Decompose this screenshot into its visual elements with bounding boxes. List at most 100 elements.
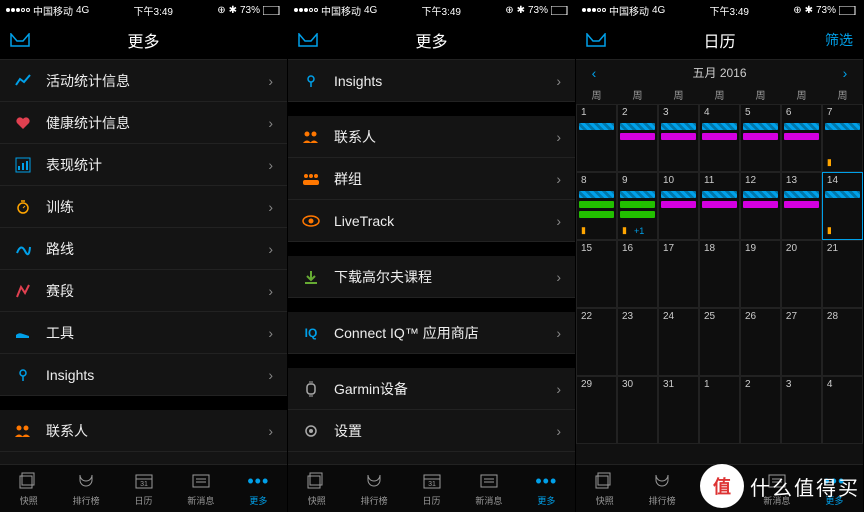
row-stopwatch[interactable]: 训练 › [0,186,287,228]
row-flag[interactable]: 赛段 › [0,270,287,312]
row-eye[interactable]: LiveTrack › [288,200,575,242]
row-route[interactable]: 路线 › [0,228,287,270]
day-cell[interactable]: 23 [617,308,658,376]
chevron-right-icon: › [268,157,273,173]
day-cell[interactable]: 25 [699,308,740,376]
row-group[interactable]: 群组 › [288,158,575,200]
day-cell[interactable]: 30 [617,376,658,444]
day-cell[interactable]: 21 [822,240,863,308]
snap-icon [306,470,328,492]
day-number: 18 [704,243,715,254]
row-download[interactable]: 下载高尔夫课程 › [288,256,575,298]
network: 4G [76,5,89,16]
day-cell[interactable]: 31 [658,376,699,444]
tab-cal[interactable]: 31 日历 [115,465,172,512]
day-cell[interactable]: 20 [781,240,822,308]
row-shoe[interactable]: 工具 › [0,312,287,354]
next-month[interactable]: › [835,65,855,81]
row-bar[interactable]: 表现统计 › [0,144,287,186]
day-cell[interactable]: 6 [781,104,822,172]
tab-trophy[interactable]: 排行榜 [57,465,114,512]
trophy-icon [363,470,385,492]
battery: 73% [816,5,836,16]
day-cell[interactable]: 5 [740,104,781,172]
row-watch[interactable]: Garmin设备 › [288,368,575,410]
day-cell[interactable]: 9 ▮ +1 [617,172,658,240]
tab-more[interactable]: ••• 更多 [230,465,287,512]
iq-icon: IQ [302,326,320,340]
day-cell[interactable]: 19 [740,240,781,308]
row-people[interactable]: 联系人 › [288,116,575,158]
day-cell[interactable]: 3 [781,376,822,444]
tab-news[interactable]: 新消息 [460,465,517,512]
day-cell[interactable]: 16 [617,240,658,308]
nav-right-action[interactable]: 筛选 [813,30,853,50]
inbox-icon[interactable] [586,33,626,47]
row-group[interactable]: 群组 › [0,452,287,464]
day-number: 24 [663,311,674,322]
row-bulb[interactable]: Insights › [0,354,287,396]
tab-label: 更多 [249,494,267,507]
row-chart[interactable]: 活动统计信息 › [0,60,287,102]
tab-cal[interactable]: 31 日历 [403,465,460,512]
day-number: 3 [786,379,792,390]
chevron-right-icon: › [556,423,561,439]
row-gear[interactable]: 设置 › [288,410,575,452]
day-cell[interactable]: 22 [576,308,617,376]
day-cell[interactable]: 17 [658,240,699,308]
bulb-icon [14,367,32,383]
day-cell[interactable]: 15 [576,240,617,308]
row-label: Connect IQ™ 应用商店 [334,323,542,343]
prev-month[interactable]: ‹ [584,65,604,81]
day-cell[interactable]: 24 [658,308,699,376]
month-header: ‹ 五月 2016 › [576,60,863,85]
tab-trophy[interactable]: 排行榜 [633,465,690,512]
event-bar [620,201,655,208]
inbox-icon[interactable] [10,33,50,47]
day-cell[interactable]: 7 ▮ [822,104,863,172]
day-cell[interactable]: 28 [822,308,863,376]
day-cell[interactable]: 27 [781,308,822,376]
day-cell[interactable]: 4 [822,376,863,444]
day-cell[interactable]: 11 [699,172,740,240]
day-cell[interactable]: 29 [576,376,617,444]
day-cell[interactable]: 1 [576,104,617,172]
tab-trophy[interactable]: 排行榜 [345,465,402,512]
people-icon [302,130,320,144]
event-bar [784,133,819,140]
chevron-right-icon: › [556,269,561,285]
event-bar [661,133,696,140]
screen-calendar: 中国移动 4G 下午3:49 ⊕✱73% 日历 筛选 ‹ 五月 2016 › 周… [576,0,864,512]
row-bulb[interactable]: Insights › [288,60,575,102]
day-cell[interactable]: 2 [740,376,781,444]
event-bar [620,191,655,198]
day-cell[interactable]: 1 [699,376,740,444]
tab-snap[interactable]: 快照 [576,465,633,512]
day-number: 21 [827,243,838,254]
day-cell[interactable]: 14 ▮ [822,172,863,240]
row-heart[interactable]: 健康统计信息 › [0,102,287,144]
day-cell[interactable]: 2 [617,104,658,172]
row-help[interactable]: ? 帮助 › [288,452,575,464]
inbox-icon[interactable] [298,33,338,47]
day-cell[interactable]: 4 [699,104,740,172]
row-people[interactable]: 联系人 › [0,410,287,452]
day-cell[interactable]: 8 ▮ [576,172,617,240]
day-cell[interactable]: 10 [658,172,699,240]
event-bar [743,133,778,140]
tab-news[interactable]: 新消息 [172,465,229,512]
weekday-label: 周 [658,85,699,104]
status-bar: 中国移动 4G 下午3:49 ⊕✱73% [576,0,863,20]
tab-label: 日历 [423,494,441,507]
tab-snap[interactable]: 快照 [0,465,57,512]
row-iq[interactable]: IQ Connect IQ™ 应用商店 › [288,312,575,354]
day-cell[interactable]: 3 [658,104,699,172]
page-title: 更多 [50,28,237,52]
chevron-right-icon: › [268,73,273,89]
day-cell[interactable]: 12 [740,172,781,240]
day-cell[interactable]: 13 [781,172,822,240]
day-cell[interactable]: 26 [740,308,781,376]
day-cell[interactable]: 18 [699,240,740,308]
tab-snap[interactable]: 快照 [288,465,345,512]
tab-more[interactable]: ••• 更多 [518,465,575,512]
